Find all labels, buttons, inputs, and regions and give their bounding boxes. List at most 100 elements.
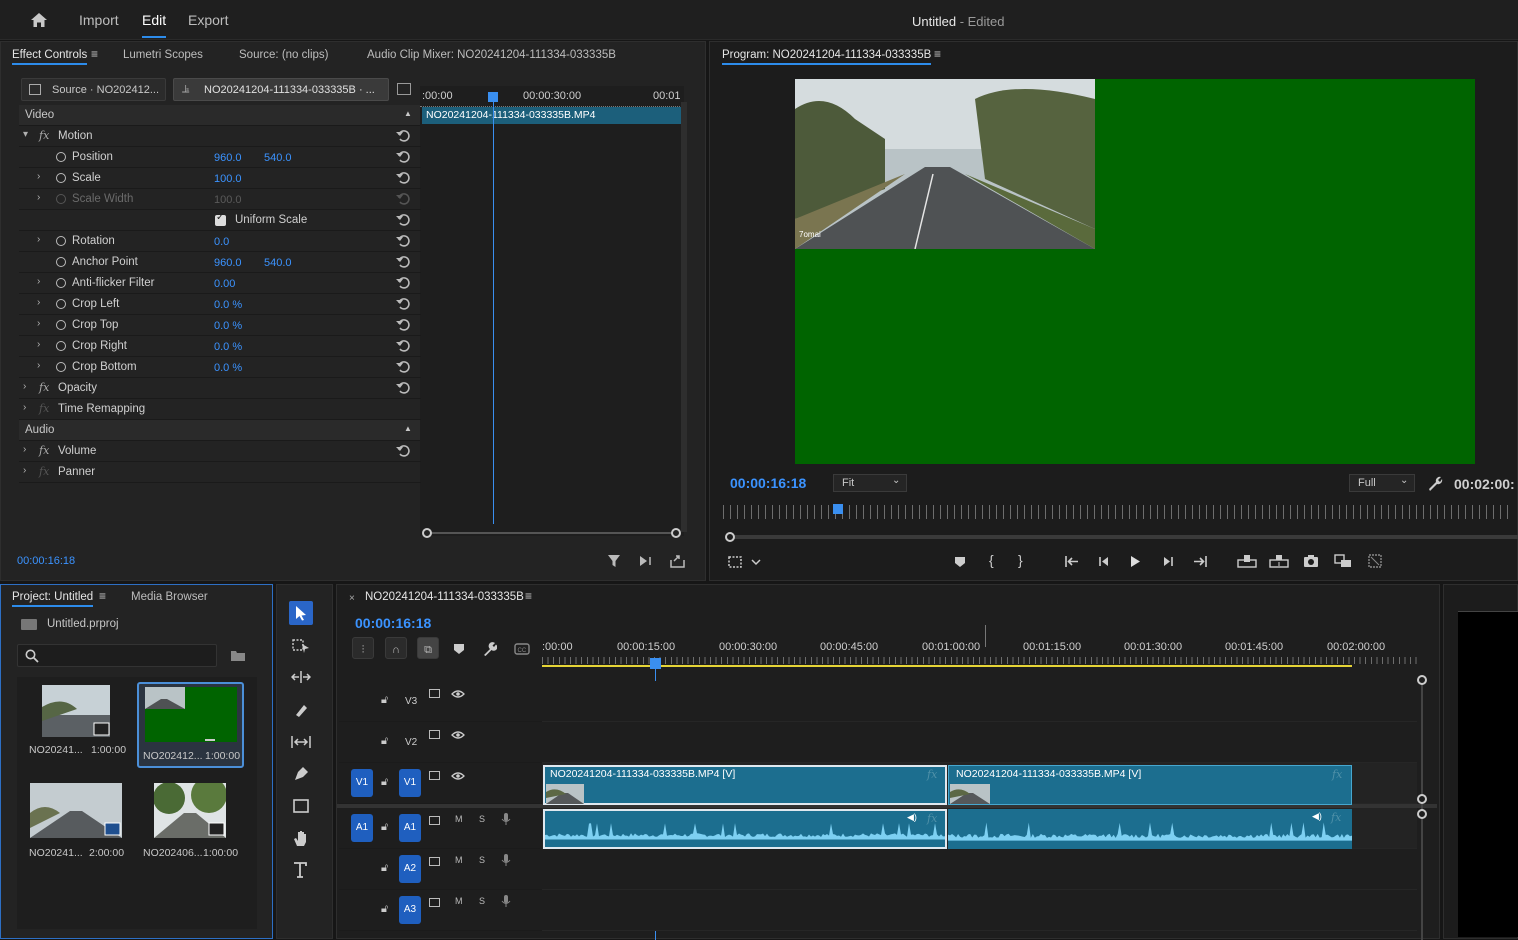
track-header-a1[interactable]: A1 🔓︎ A1 M S <box>339 808 542 849</box>
program-timecode[interactable]: 00:00:16:18 <box>730 475 806 491</box>
ripple-edit-tool-icon[interactable] <box>291 670 311 684</box>
project-item[interactable]: NO20241... 2:00:00 <box>22 781 132 866</box>
reset-icon[interactable] <box>396 297 412 310</box>
param-value[interactable]: 960.0 <box>214 152 242 164</box>
section-audio[interactable]: Audio ▲ <box>19 420 420 441</box>
ec-playhead-handle[interactable] <box>488 92 498 102</box>
track-lane-a3[interactable] <box>542 890 1417 931</box>
track-lane-a2[interactable] <box>542 849 1417 890</box>
expand-right-icon[interactable]: › <box>37 171 40 182</box>
param-value[interactable]: 0.00 <box>214 278 235 290</box>
expand-right-icon[interactable]: › <box>37 276 40 287</box>
fx-icon[interactable]: fx <box>39 444 49 457</box>
audio-clip[interactable]: ◀) fx <box>948 809 1352 849</box>
uniform-scale-checkbox[interactable]: ✓ <box>215 212 226 226</box>
track-target-a1[interactable]: A1 <box>399 814 421 842</box>
step-forward-icon[interactable] <box>1160 555 1174 568</box>
hand-tool-icon[interactable] <box>293 830 309 847</box>
sync-lock-icon[interactable] <box>429 730 440 739</box>
expand-right-icon[interactable]: › <box>23 465 26 476</box>
stopwatch-icon[interactable] <box>56 341 66 351</box>
param-value[interactable]: 0.0 % <box>214 362 242 374</box>
program-playhead[interactable] <box>833 504 843 514</box>
eye-icon[interactable] <box>451 689 465 699</box>
reset-icon[interactable] <box>396 171 412 184</box>
tab-source[interactable]: Source: (no clips) <box>239 49 328 61</box>
solo-button[interactable]: S <box>479 896 485 906</box>
sync-lock-icon[interactable] <box>429 898 440 907</box>
captions-icon[interactable]: CC <box>514 643 530 655</box>
program-monitor-title[interactable]: Program: NO20241204-111334-033335B <box>722 49 932 65</box>
lock-icon[interactable]: 🔓︎ <box>381 776 388 789</box>
comparison-view-icon[interactable] <box>1334 554 1352 568</box>
expand-right-icon[interactable]: › <box>23 381 26 392</box>
solo-button[interactable]: S <box>479 855 485 865</box>
project-item-selected[interactable]: NO202412... 1:00:00 <box>137 682 244 768</box>
mark-in-icon[interactable]: { <box>989 552 994 568</box>
reset-icon[interactable] <box>396 339 412 352</box>
audio-clip[interactable]: ◀) fx <box>543 809 947 849</box>
mark-out-icon[interactable]: } <box>1018 552 1023 568</box>
effect-param-row[interactable]: › Scale 100.0 <box>19 168 421 189</box>
param-value[interactable]: 960.0 <box>214 257 242 269</box>
mute-button[interactable]: M <box>455 855 463 865</box>
tab-effect-controls[interactable]: Effect Controls <box>12 49 88 65</box>
ec-playhead[interactable] <box>493 94 494 524</box>
panel-menu-icon[interactable]: ≡ <box>99 589 106 603</box>
safe-margins-icon[interactable] <box>728 554 766 570</box>
reset-icon[interactable] <box>396 234 412 247</box>
tab-project[interactable]: Project: Untitled <box>12 591 94 607</box>
timeline-settings-wrench-icon[interactable] <box>483 642 497 656</box>
linked-selection-button[interactable]: ⧉ <box>417 637 439 659</box>
razor-tool-icon[interactable] <box>293 702 309 718</box>
fx-badge[interactable]: fx <box>927 812 937 825</box>
add-marker-icon[interactable] <box>453 643 465 655</box>
toggle-timeline-view-icon[interactable] <box>397 83 411 95</box>
expand-right-icon[interactable]: › <box>37 339 40 350</box>
mute-button[interactable]: M <box>455 814 463 824</box>
param-value-y[interactable]: 540.0 <box>264 152 292 164</box>
param-value[interactable]: 0.0 <box>214 236 229 248</box>
filter-icon[interactable] <box>607 554 621 568</box>
effect-param-row[interactable]: › Crop Left 0.0 % <box>19 294 421 315</box>
stopwatch-icon[interactable] <box>56 320 66 330</box>
effect-param-row[interactable]: › Crop Top 0.0 % <box>19 315 421 336</box>
fx-icon[interactable]: fx <box>39 129 49 142</box>
nav-import[interactable]: Import <box>79 12 119 28</box>
multicam-icon[interactable] <box>1368 554 1382 568</box>
source-patch-v1[interactable]: V1 <box>351 769 373 797</box>
step-back-icon[interactable] <box>1098 555 1112 568</box>
zoom-dropdown[interactable]: Fit ⌄ <box>833 474 907 492</box>
reset-icon[interactable] <box>396 150 412 163</box>
close-icon[interactable]: × <box>349 593 355 604</box>
track-target-v1[interactable]: V1 <box>399 769 421 797</box>
nav-export[interactable]: Export <box>188 12 228 28</box>
expand-right-icon[interactable]: › <box>37 234 40 245</box>
reset-icon[interactable] <box>396 276 412 289</box>
track-target-a2[interactable]: A2 <box>399 855 421 883</box>
play-icon[interactable] <box>1129 555 1141 568</box>
expand-right-icon[interactable]: › <box>37 318 40 329</box>
project-item[interactable]: NO202406... 1:00:00 <box>136 781 246 866</box>
effect-param-row[interactable]: › Scale Width 100.0 <box>19 189 421 210</box>
reset-icon[interactable] <box>396 360 412 373</box>
param-value-y[interactable]: 540.0 <box>264 257 292 269</box>
sync-lock-icon[interactable] <box>429 816 440 825</box>
expand-right-icon[interactable]: › <box>37 192 40 203</box>
microphone-icon[interactable] <box>501 812 511 826</box>
export-frame-icon[interactable] <box>670 554 685 568</box>
timeline-tab-title[interactable]: NO20241204-111334-033335B <box>365 591 524 603</box>
extract-icon[interactable] <box>1269 554 1289 568</box>
effect-param-row[interactable]: › Crop Bottom 0.0 % <box>19 357 421 378</box>
effect-opacity[interactable]: › fx Opacity <box>19 378 421 399</box>
program-zoom-bar[interactable] <box>732 535 1518 539</box>
go-to-out-icon[interactable] <box>1192 555 1208 568</box>
stopwatch-icon[interactable] <box>56 299 66 309</box>
camera-icon[interactable] <box>1303 554 1319 568</box>
track-header-v1[interactable]: V1 🔓︎ V1 <box>339 763 542 804</box>
lock-icon[interactable]: 🔓︎ <box>381 821 388 834</box>
source-patch-a1[interactable]: A1 <box>351 814 373 842</box>
ec-clip-bar[interactable]: NO20241204-111334-033335B.MP4 <box>422 107 681 124</box>
microphone-icon[interactable] <box>501 894 511 908</box>
effect-param-row[interactable]: Position 960.0 540.0 <box>19 147 421 168</box>
